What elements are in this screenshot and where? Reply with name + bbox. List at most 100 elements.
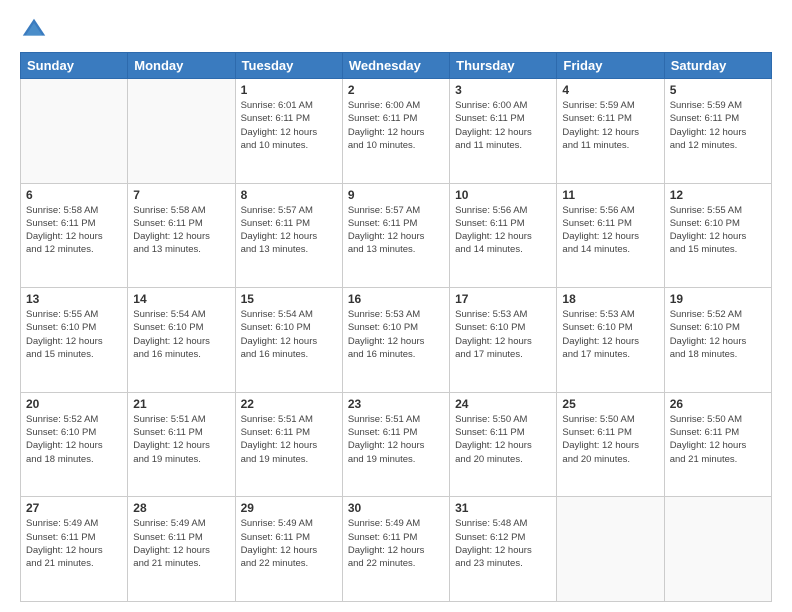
day-info: Sunrise: 5:49 AM Sunset: 6:11 PM Dayligh…: [348, 517, 444, 570]
day-info: Sunrise: 6:00 AM Sunset: 6:11 PM Dayligh…: [348, 99, 444, 152]
day-info: Sunrise: 5:53 AM Sunset: 6:10 PM Dayligh…: [562, 308, 658, 361]
day-number: 23: [348, 397, 444, 411]
day-info: Sunrise: 5:57 AM Sunset: 6:11 PM Dayligh…: [241, 204, 337, 257]
day-number: 17: [455, 292, 551, 306]
day-number: 5: [670, 83, 766, 97]
day-info: Sunrise: 5:58 AM Sunset: 6:11 PM Dayligh…: [133, 204, 229, 257]
logo: [20, 16, 52, 44]
calendar-cell: 1 Sunrise: 6:01 AM Sunset: 6:11 PM Daylig…: [235, 79, 342, 184]
day-info: Sunrise: 5:50 AM Sunset: 6:11 PM Dayligh…: [455, 413, 551, 466]
calendar-week-row: 20 Sunrise: 5:52 AM Sunset: 6:10 PM Dayli…: [21, 392, 772, 497]
calendar-cell: [664, 497, 771, 602]
day-number: 13: [26, 292, 122, 306]
calendar-cell: 5 Sunrise: 5:59 AM Sunset: 6:11 PM Daylig…: [664, 79, 771, 184]
day-number: 1: [241, 83, 337, 97]
day-number: 10: [455, 188, 551, 202]
day-number: 26: [670, 397, 766, 411]
calendar-table: SundayMondayTuesdayWednesdayThursdayFrid…: [20, 52, 772, 602]
calendar-cell: 9 Sunrise: 5:57 AM Sunset: 6:11 PM Daylig…: [342, 183, 449, 288]
calendar-cell: 2 Sunrise: 6:00 AM Sunset: 6:11 PM Daylig…: [342, 79, 449, 184]
calendar-cell: 12Sunrise: 5:55 AM Sunset: 6:10 PM Dayli…: [664, 183, 771, 288]
calendar-cell: [557, 497, 664, 602]
calendar-cell: 8Sunrise: 5:57 AM Sunset: 6:11 PM Daylig…: [235, 183, 342, 288]
day-number: 18: [562, 292, 658, 306]
day-number: 24: [455, 397, 551, 411]
calendar-cell: 3 Sunrise: 6:00 AM Sunset: 6:11 PM Daylig…: [450, 79, 557, 184]
day-number: 9: [348, 188, 444, 202]
calendar-cell: 31 Sunrise: 5:48 AM Sunset: 6:12 PM Dayli…: [450, 497, 557, 602]
calendar-cell: 29 Sunrise: 5:49 AM Sunset: 6:11 PM Dayli…: [235, 497, 342, 602]
calendar-cell: 21 Sunrise: 5:51 AM Sunset: 6:11 PM Dayli…: [128, 392, 235, 497]
day-info: Sunrise: 5:49 AM Sunset: 6:11 PM Dayligh…: [241, 517, 337, 570]
calendar-week-row: 27 Sunrise: 5:49 AM Sunset: 6:11 PM Dayli…: [21, 497, 772, 602]
day-number: 21: [133, 397, 229, 411]
calendar-cell: 27Sunrise: 5:49 AM Sunset: 6:11 PM Dayli…: [21, 497, 128, 602]
day-info: Sunrise: 5:59 AM Sunset: 6:11 PM Dayligh…: [562, 99, 658, 152]
day-number: 16: [348, 292, 444, 306]
day-number: 25: [562, 397, 658, 411]
day-info: Sunrise: 5:56 AM Sunset: 6:11 PM Dayligh…: [455, 204, 551, 257]
day-info: Sunrise: 5:54 AM Sunset: 6:10 PM Dayligh…: [133, 308, 229, 361]
day-number: 2: [348, 83, 444, 97]
day-info: Sunrise: 5:55 AM Sunset: 6:10 PM Dayligh…: [26, 308, 122, 361]
day-number: 22: [241, 397, 337, 411]
day-info: Sunrise: 5:56 AM Sunset: 6:11 PM Dayligh…: [562, 204, 658, 257]
calendar-cell: 6Sunrise: 5:58 AM Sunset: 6:11 PM Daylig…: [21, 183, 128, 288]
calendar-cell: 24 Sunrise: 5:50 AM Sunset: 6:11 PM Dayli…: [450, 392, 557, 497]
day-number: 29: [241, 501, 337, 515]
header: [20, 16, 772, 44]
day-info: Sunrise: 5:54 AM Sunset: 6:10 PM Dayligh…: [241, 308, 337, 361]
calendar-cell: 23 Sunrise: 5:51 AM Sunset: 6:11 PM Dayli…: [342, 392, 449, 497]
day-info: Sunrise: 5:55 AM Sunset: 6:10 PM Dayligh…: [670, 204, 766, 257]
day-info: Sunrise: 5:51 AM Sunset: 6:11 PM Dayligh…: [348, 413, 444, 466]
calendar-cell: 17 Sunrise: 5:53 AM Sunset: 6:10 PM Dayli…: [450, 288, 557, 393]
calendar-day-header: Thursday: [450, 53, 557, 79]
day-info: Sunrise: 5:53 AM Sunset: 6:10 PM Dayligh…: [348, 308, 444, 361]
day-info: Sunrise: 5:59 AM Sunset: 6:11 PM Dayligh…: [670, 99, 766, 152]
day-number: 14: [133, 292, 229, 306]
day-number: 30: [348, 501, 444, 515]
day-info: Sunrise: 5:52 AM Sunset: 6:10 PM Dayligh…: [26, 413, 122, 466]
day-number: 28: [133, 501, 229, 515]
day-number: 20: [26, 397, 122, 411]
calendar-cell: 22 Sunrise: 5:51 AM Sunset: 6:11 PM Dayli…: [235, 392, 342, 497]
calendar-cell: 13 Sunrise: 5:55 AM Sunset: 6:10 PM Dayli…: [21, 288, 128, 393]
calendar-cell: [128, 79, 235, 184]
day-info: Sunrise: 6:01 AM Sunset: 6:11 PM Dayligh…: [241, 99, 337, 152]
day-info: Sunrise: 5:53 AM Sunset: 6:10 PM Dayligh…: [455, 308, 551, 361]
day-number: 3: [455, 83, 551, 97]
day-number: 31: [455, 501, 551, 515]
day-info: Sunrise: 6:00 AM Sunset: 6:11 PM Dayligh…: [455, 99, 551, 152]
day-info: Sunrise: 5:50 AM Sunset: 6:11 PM Dayligh…: [562, 413, 658, 466]
day-info: Sunrise: 5:50 AM Sunset: 6:11 PM Dayligh…: [670, 413, 766, 466]
calendar-day-header: Friday: [557, 53, 664, 79]
day-info: Sunrise: 5:51 AM Sunset: 6:11 PM Dayligh…: [241, 413, 337, 466]
day-info: Sunrise: 5:52 AM Sunset: 6:10 PM Dayligh…: [670, 308, 766, 361]
calendar-day-header: Sunday: [21, 53, 128, 79]
day-info: Sunrise: 5:57 AM Sunset: 6:11 PM Dayligh…: [348, 204, 444, 257]
calendar-week-row: 6Sunrise: 5:58 AM Sunset: 6:11 PM Daylig…: [21, 183, 772, 288]
calendar-cell: 7 Sunrise: 5:58 AM Sunset: 6:11 PM Daylig…: [128, 183, 235, 288]
day-number: 7: [133, 188, 229, 202]
calendar-cell: 18 Sunrise: 5:53 AM Sunset: 6:10 PM Dayli…: [557, 288, 664, 393]
calendar-week-row: 13 Sunrise: 5:55 AM Sunset: 6:10 PM Dayli…: [21, 288, 772, 393]
calendar-cell: 19 Sunrise: 5:52 AM Sunset: 6:10 PM Dayli…: [664, 288, 771, 393]
day-info: Sunrise: 5:48 AM Sunset: 6:12 PM Dayligh…: [455, 517, 551, 570]
calendar-day-header: Wednesday: [342, 53, 449, 79]
calendar-cell: 14 Sunrise: 5:54 AM Sunset: 6:10 PM Dayli…: [128, 288, 235, 393]
calendar-cell: 20 Sunrise: 5:52 AM Sunset: 6:10 PM Dayli…: [21, 392, 128, 497]
calendar-cell: [21, 79, 128, 184]
calendar-day-header: Saturday: [664, 53, 771, 79]
calendar-cell: 28 Sunrise: 5:49 AM Sunset: 6:11 PM Dayli…: [128, 497, 235, 602]
logo-icon: [20, 16, 48, 44]
calendar-cell: 4 Sunrise: 5:59 AM Sunset: 6:11 PM Daylig…: [557, 79, 664, 184]
day-number: 27: [26, 501, 122, 515]
day-info: Sunrise: 5:51 AM Sunset: 6:11 PM Dayligh…: [133, 413, 229, 466]
calendar-cell: 26 Sunrise: 5:50 AM Sunset: 6:11 PM Dayli…: [664, 392, 771, 497]
day-number: 4: [562, 83, 658, 97]
day-number: 15: [241, 292, 337, 306]
day-info: Sunrise: 5:49 AM Sunset: 6:11 PM Dayligh…: [133, 517, 229, 570]
calendar-cell: 30 Sunrise: 5:49 AM Sunset: 6:11 PM Dayli…: [342, 497, 449, 602]
day-number: 19: [670, 292, 766, 306]
page: SundayMondayTuesdayWednesdayThursdayFrid…: [0, 0, 792, 612]
